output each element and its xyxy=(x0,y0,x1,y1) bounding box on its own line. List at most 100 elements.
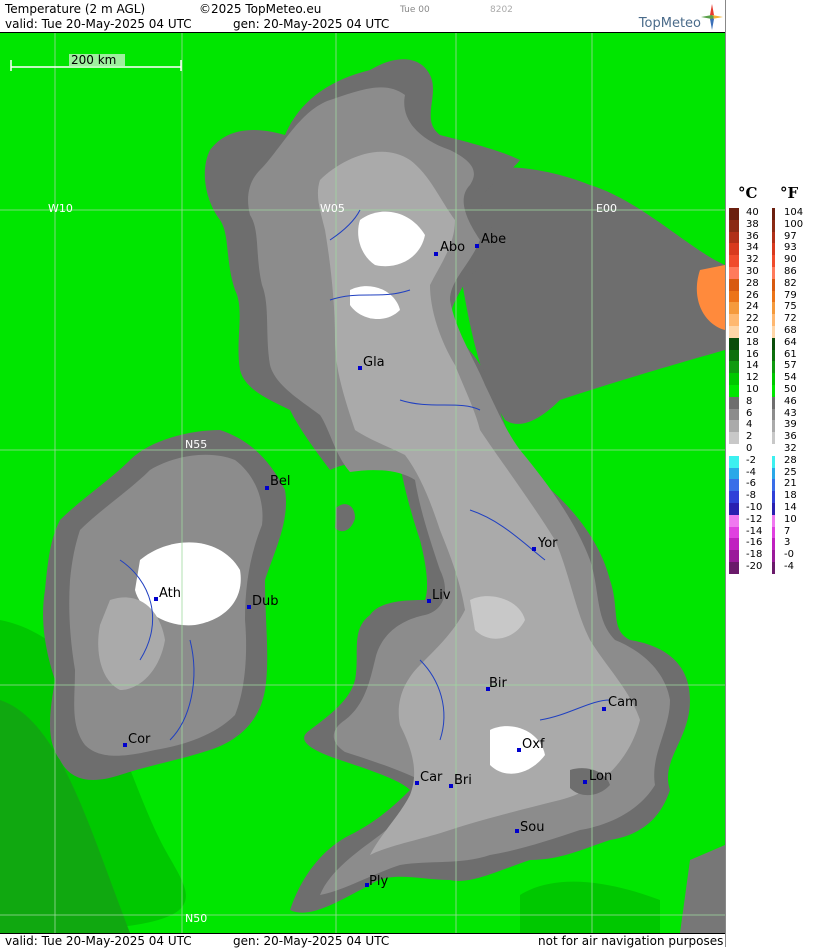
legend-swatch-f xyxy=(772,444,775,456)
city-label-liv: Liv xyxy=(432,588,451,603)
temperature-map[interactable]: W10 W05 E00 N55 N50 200 km Abo Abe Gla Bel Y… xyxy=(0,33,725,933)
legend-celsius-value: 28 xyxy=(746,277,759,289)
city-label-abo: Abo xyxy=(440,240,465,255)
legend-swatch-f xyxy=(772,562,775,574)
city-label-ath: Ath xyxy=(159,586,181,601)
legend-celsius-value: -14 xyxy=(746,525,763,537)
legend-fahrenheit-value: -4 xyxy=(784,561,794,572)
footer-generated-time: gen: 20-May-2025 04 UTC xyxy=(233,934,390,948)
legend-celsius-value: 6 xyxy=(746,407,753,419)
legend-celsius-value: 4 xyxy=(746,419,753,431)
city-marker-liv[interactable] xyxy=(427,599,431,603)
legend-celsius-value: 24 xyxy=(746,301,759,313)
legend-celsius-value: -18 xyxy=(746,549,763,561)
legend-fahrenheit-value: 10 xyxy=(784,513,797,525)
legend-fahrenheit-value: 18 xyxy=(784,490,797,502)
legend-celsius-value: 14 xyxy=(746,360,759,372)
legend-swatch-f xyxy=(772,479,775,492)
legend-fahrenheit-value: 32 xyxy=(784,443,797,454)
legend-swatch-c xyxy=(729,278,739,291)
city-marker-dub[interactable] xyxy=(247,605,251,609)
city-marker-ath[interactable] xyxy=(154,597,158,601)
legend-swatch-c xyxy=(729,503,739,515)
map-footer: valid: Tue 20-May-2025 04 UTC gen: 20-Ma… xyxy=(0,933,725,948)
legend-fahrenheit-value: 46 xyxy=(784,395,797,407)
legend-swatch-c xyxy=(729,314,739,327)
valid-time: valid: Tue 20-May-2025 04 UTC xyxy=(5,17,192,31)
legend-celsius-value: 18 xyxy=(746,336,759,348)
legend-celsius-value: 32 xyxy=(746,254,759,266)
legend-swatch-f xyxy=(772,503,775,515)
legend-swatch-c xyxy=(729,467,739,480)
legend-fahrenheit-value: -0 xyxy=(784,549,794,561)
legend-swatch-c xyxy=(729,420,739,433)
run-label: Tue 00 xyxy=(400,5,430,15)
legend-swatch-f xyxy=(772,337,775,350)
legend-fahrenheit-value: 79 xyxy=(784,289,797,301)
city-label-lon: Lon xyxy=(589,769,612,784)
legend-swatch-c xyxy=(729,208,739,220)
city-marker-gla[interactable] xyxy=(358,366,362,370)
legend-swatch-c xyxy=(729,491,739,504)
legend-swatch-f xyxy=(772,267,775,279)
legend-swatch-c xyxy=(729,408,739,421)
legend-fahrenheit-value: 93 xyxy=(784,242,797,254)
legend-fahrenheit-value: 75 xyxy=(784,301,797,313)
legend-swatch-f xyxy=(772,526,775,539)
legend-swatch-c xyxy=(729,373,739,386)
legend-fahrenheit-value: 54 xyxy=(784,372,797,384)
legend-swatch-f xyxy=(772,408,775,421)
city-label-car: Car xyxy=(420,770,443,785)
legend-fahrenheit-value: 104 xyxy=(784,207,804,218)
city-marker-lon[interactable] xyxy=(583,780,587,784)
legend-fahrenheit-value: 28 xyxy=(784,454,797,466)
legend-swatch-f xyxy=(772,231,775,244)
city-marker-cor[interactable] xyxy=(123,743,127,747)
city-marker-oxf[interactable] xyxy=(517,748,521,752)
city-marker-cam[interactable] xyxy=(602,707,606,711)
legend-swatch-c xyxy=(729,243,739,256)
legend-swatch-f xyxy=(772,432,775,445)
legend-celsius-value: 16 xyxy=(746,348,759,360)
city-marker-yor[interactable] xyxy=(532,547,536,551)
topmeteo-logo[interactable]: TopMeteo xyxy=(630,4,725,32)
copyright-text: ©2025 TopMeteo.eu xyxy=(199,2,322,16)
legend-swatch-f xyxy=(772,538,775,551)
city-label-sou: Sou xyxy=(520,820,544,835)
legend-swatch-f xyxy=(772,314,775,327)
legend-swatch-c xyxy=(729,361,739,374)
city-label-dub: Dub xyxy=(252,594,279,609)
legend-celsius-value: 36 xyxy=(746,230,759,242)
legend-swatch-f xyxy=(772,278,775,291)
legend-celsius-value: 30 xyxy=(746,266,759,277)
legend-swatch-f xyxy=(772,396,775,409)
legend-celsius-value: 0 xyxy=(746,443,753,454)
legend-celsius-value: 34 xyxy=(746,242,759,254)
legend-celsius-value: -10 xyxy=(746,502,763,513)
grid-label-w10: W10 xyxy=(48,202,73,215)
city-marker-bri[interactable] xyxy=(449,784,453,788)
legend-swatch-c xyxy=(729,267,739,279)
city-marker-abe[interactable] xyxy=(475,244,479,248)
legend-fahrenheit-value: 68 xyxy=(784,325,797,336)
legend-swatch-c xyxy=(729,302,739,315)
legend-fahrenheit-value: 86 xyxy=(784,266,797,277)
chart-code: 8202 xyxy=(490,5,513,15)
city-marker-abo[interactable] xyxy=(434,252,438,256)
city-label-ply: Ply xyxy=(369,874,388,889)
map-canvas: W10 W05 E00 N55 N50 200 km Abo Abe Gla Bel Y… xyxy=(0,33,725,933)
legend-celsius-value: -20 xyxy=(746,561,763,572)
city-marker-bel[interactable] xyxy=(265,486,269,490)
legend-celsius-value: 2 xyxy=(746,431,753,443)
legend-swatch-c xyxy=(729,231,739,244)
legend-swatch-f xyxy=(772,373,775,386)
city-label-gla: Gla xyxy=(363,355,385,370)
city-marker-car[interactable] xyxy=(415,781,419,785)
city-label-yor: Yor xyxy=(537,536,558,551)
city-marker-sou[interactable] xyxy=(515,829,519,833)
legend-swatch-c xyxy=(729,349,739,362)
legend-fahrenheit-value: 39 xyxy=(784,419,797,431)
legend-celsius-value: -6 xyxy=(746,478,756,490)
legend-swatch-f xyxy=(772,219,775,232)
scale-label: 200 km xyxy=(71,53,116,67)
